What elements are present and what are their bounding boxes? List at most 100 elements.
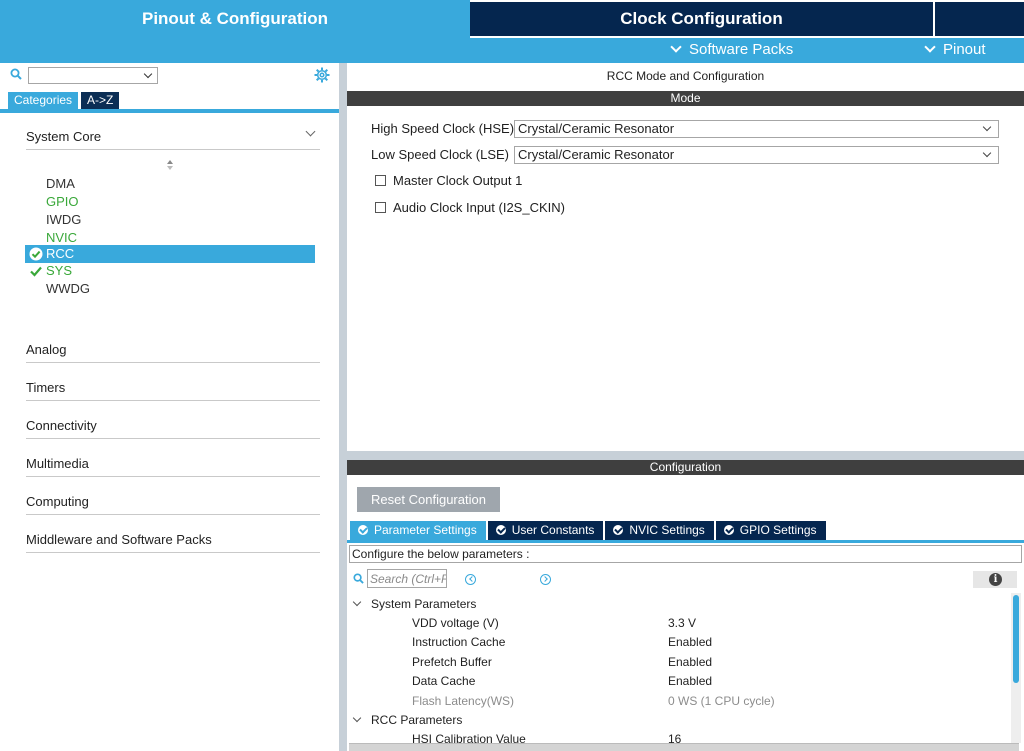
info-button[interactable]: i — [973, 571, 1017, 588]
group-label: Middleware and Software Packs — [26, 532, 212, 547]
peripheral-dma[interactable]: DMA — [25, 175, 315, 193]
chevron-down-icon — [352, 597, 362, 607]
parameter-search-input[interactable] — [367, 569, 447, 588]
search-previous-icon[interactable] — [465, 574, 476, 585]
group-middleware[interactable]: Middleware and Software Packs — [26, 527, 382, 553]
hse-row: High Speed Clock (HSE) Crystal/Ceramic R… — [371, 120, 1001, 138]
check-circle-icon — [495, 525, 506, 535]
software-packs-label: Software Packs — [689, 41, 794, 58]
group-label: System Core — [26, 129, 102, 144]
tab-nvic-settings[interactable]: NVIC Settings — [605, 521, 714, 540]
search-icon[interactable] — [10, 68, 22, 80]
hse-value: Crystal/Ceramic Resonator — [518, 121, 675, 136]
mco-checkbox[interactable] — [375, 175, 386, 186]
group-timers[interactable]: Timers — [26, 375, 382, 401]
tab-label: GPIO Settings — [739, 523, 817, 537]
tab-categories[interactable]: Categories — [8, 92, 79, 109]
peripheral-sys[interactable]: SYS — [25, 262, 315, 280]
vertical-splitter[interactable] — [339, 63, 347, 751]
pinout-label: Pinout — [943, 41, 986, 58]
check-icon — [30, 266, 42, 277]
tab-user-constants[interactable]: User Constants — [487, 521, 604, 540]
configure-hint: Configure the below parameters : — [349, 545, 1022, 563]
group-system-core[interactable]: System Core — [26, 124, 320, 150]
param-name-instruction-cache[interactable]: Instruction Cache — [412, 633, 505, 651]
param-value-prefetch-buffer[interactable]: Enabled — [668, 653, 712, 671]
peripheral-iwdg[interactable]: IWDG — [25, 211, 315, 229]
tree-node-label: RCC Parameters — [371, 713, 463, 727]
check-circle-icon — [723, 525, 734, 535]
tab-gpio-settings[interactable]: GPIO Settings — [715, 521, 826, 540]
chevron-down-icon — [982, 122, 992, 132]
sub-menu-bar: Software Packs Pinout — [0, 38, 1024, 63]
info-icon: i — [989, 573, 1002, 586]
param-name-prefetch-buffer[interactable]: Prefetch Buffer — [412, 653, 492, 671]
horizontal-scrollbar[interactable] — [349, 743, 1019, 751]
param-value-data-cache[interactable]: Enabled — [668, 672, 712, 690]
horizontal-splitter[interactable] — [347, 451, 1024, 460]
tab-pinout-configuration[interactable]: Pinout & Configuration — [0, 0, 470, 38]
category-search-row — [10, 67, 330, 85]
group-connectivity[interactable]: Connectivity — [26, 413, 382, 439]
tab-label: User Constants — [511, 523, 595, 537]
categories-panel: Categories A->Z System Core DMA GPIO IWD… — [0, 63, 382, 751]
chevron-down-icon — [924, 41, 936, 53]
chevron-down-icon — [143, 69, 153, 79]
group-multimedia[interactable]: Multimedia — [26, 451, 382, 477]
software-packs-menu[interactable]: Software Packs — [670, 38, 794, 61]
tab-extra[interactable] — [935, 2, 1024, 36]
i2s-checkbox[interactable] — [375, 202, 386, 213]
group-label: Multimedia — [26, 456, 89, 471]
group-computing[interactable]: Computing — [26, 489, 382, 515]
lse-select[interactable]: Crystal/Ceramic Resonator — [514, 146, 999, 164]
group-label: Computing — [26, 494, 89, 509]
chevron-down-icon — [670, 41, 682, 53]
search-icon — [353, 573, 364, 584]
param-value-vdd[interactable]: 3.3 V — [668, 614, 696, 632]
tab-underline — [347, 540, 1024, 543]
chevron-down-icon — [982, 148, 992, 158]
param-name-hsi-calibration[interactable]: HSI Calibration Value — [412, 730, 526, 743]
hse-label: High Speed Clock (HSE) — [371, 121, 515, 136]
mco-label: Master Clock Output 1 — [393, 173, 523, 188]
configuration-header: Configuration — [347, 460, 1024, 475]
scrollbar-thumb[interactable] — [1013, 595, 1019, 683]
param-value-hsi-calibration[interactable]: 16 — [668, 730, 681, 743]
parameter-tree: System Parameters VDD voltage (V) 3.3 V … — [347, 593, 1011, 743]
param-name-data-cache[interactable]: Data Cache — [412, 672, 475, 690]
group-label: Analog — [26, 342, 67, 357]
group-label: Timers — [26, 380, 66, 395]
param-name-vdd[interactable]: VDD voltage (V) — [412, 614, 499, 632]
category-tabs: Categories A->Z — [8, 92, 120, 109]
mode-header: Mode — [347, 91, 1024, 106]
tree-node-label: System Parameters — [371, 597, 477, 611]
gear-icon[interactable] — [314, 67, 330, 83]
vertical-scrollbar[interactable] — [1011, 593, 1021, 743]
peripheral-gpio[interactable]: GPIO — [25, 193, 315, 211]
rcc-config-panel: RCC Mode and Configuration Mode High Spe… — [347, 63, 1024, 751]
tab-a-to-z[interactable]: A->Z — [81, 92, 120, 109]
panel-title: RCC Mode and Configuration — [606, 69, 765, 83]
peripheral-wwdg[interactable]: WWDG — [25, 280, 315, 298]
top-bar: Pinout & Configuration Clock Configurati… — [0, 0, 1024, 38]
tab-label: Parameter Settings — [374, 523, 477, 537]
param-value-instruction-cache[interactable]: Enabled — [668, 633, 712, 651]
search-next-icon[interactable] — [540, 574, 551, 585]
tab-clock-configuration[interactable]: Clock Configuration — [470, 2, 933, 36]
group-analog[interactable]: Analog — [26, 337, 382, 363]
check-circle-icon — [29, 247, 43, 261]
lse-row: Low Speed Clock (LSE) Crystal/Ceramic Re… — [371, 146, 1001, 164]
peripheral-rcc[interactable]: RCC — [25, 245, 315, 263]
reset-configuration-button[interactable]: Reset Configuration — [357, 487, 500, 512]
pinout-menu[interactable]: Pinout — [924, 38, 986, 61]
check-circle-icon — [613, 525, 624, 535]
lse-label: Low Speed Clock (LSE) — [371, 147, 510, 162]
category-search-combo[interactable] — [28, 67, 158, 84]
param-value-flash-latency: 0 WS (1 CPU cycle) — [668, 694, 775, 708]
param-name-flash-latency: Flash Latency(WS) — [412, 694, 515, 708]
hse-select[interactable]: Crystal/Ceramic Resonator — [514, 120, 999, 138]
tab-parameter-settings[interactable]: Parameter Settings — [350, 521, 486, 540]
i2s-label: Audio Clock Input (I2S_CKIN) — [393, 200, 565, 215]
lse-value: Crystal/Ceramic Resonator — [518, 147, 675, 162]
sort-icon[interactable] — [166, 159, 174, 171]
